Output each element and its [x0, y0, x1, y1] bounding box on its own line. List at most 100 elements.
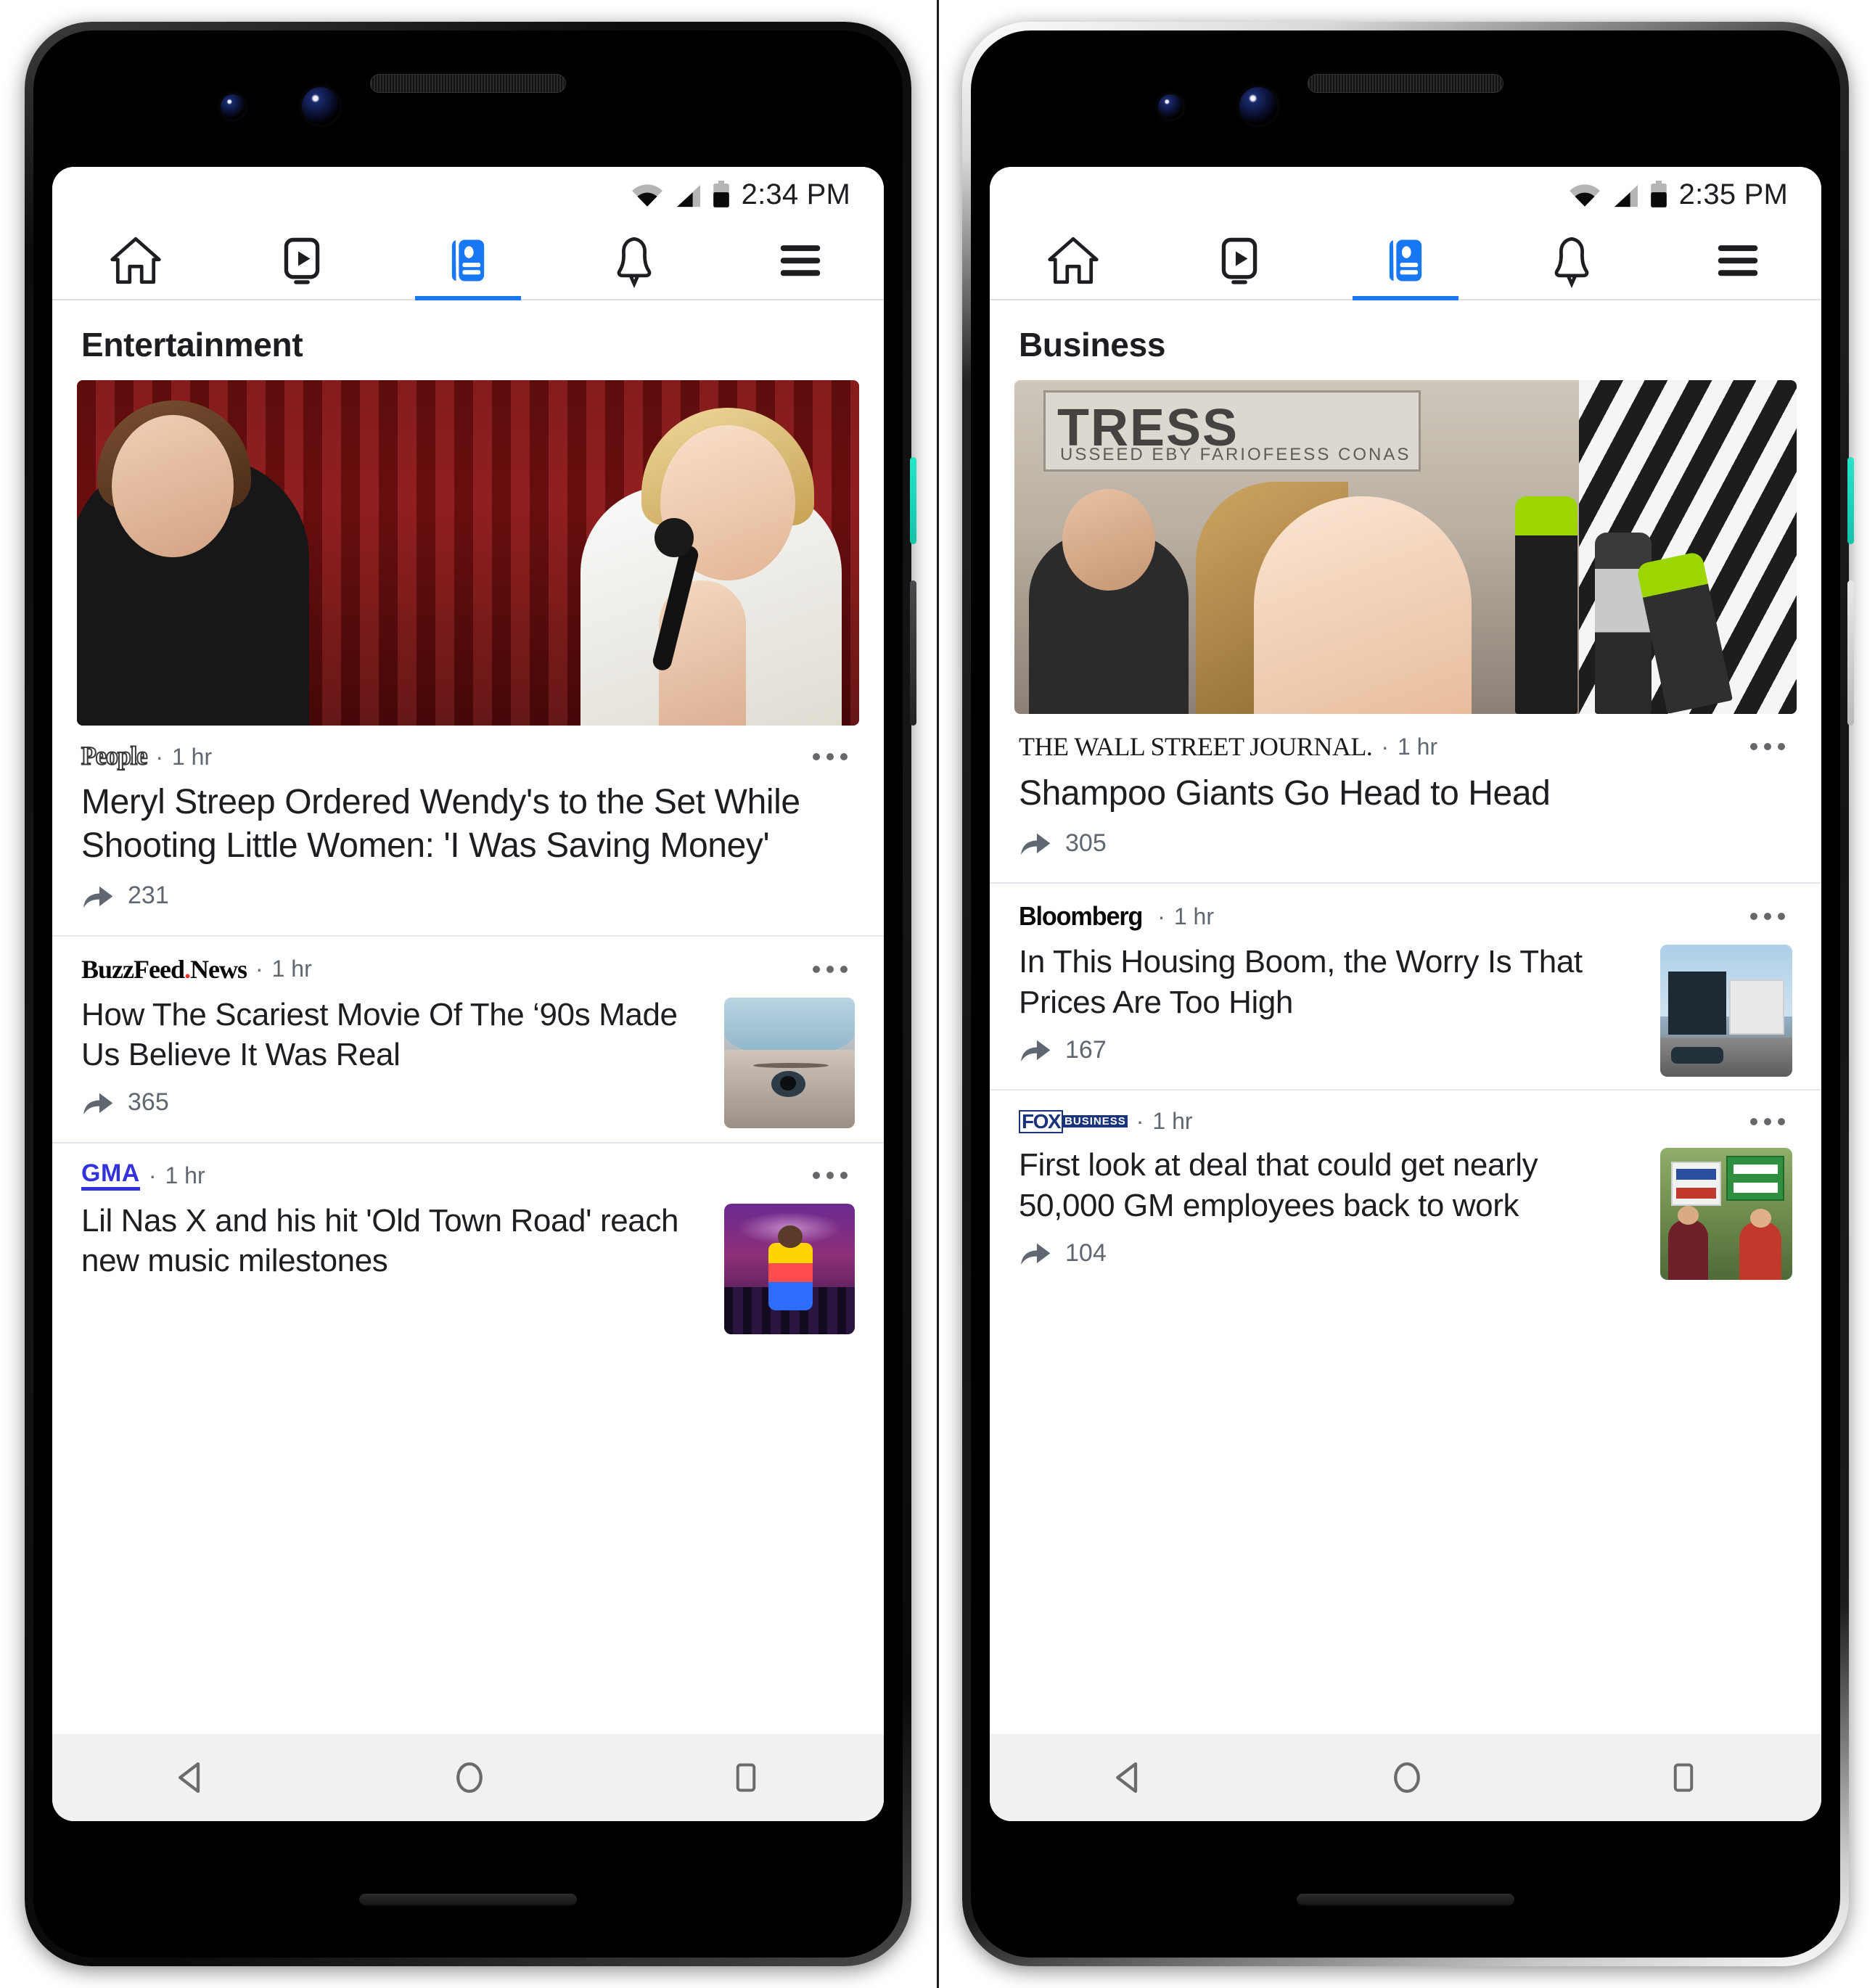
source-logo-bloomberg[interactable]: Bloomberg: [1019, 901, 1143, 932]
article-share-row[interactable]: 305: [990, 816, 1821, 876]
article-headline[interactable]: Meryl Streep Ordered Wendy's to the Set …: [52, 771, 884, 868]
source-logo-gma[interactable]: GMA: [81, 1161, 140, 1191]
home-icon: [110, 237, 161, 284]
square-recents-icon[interactable]: [1665, 1759, 1702, 1796]
article-thumbnail[interactable]: [1660, 1148, 1792, 1281]
article-hero-image[interactable]: TRESS USSEED EBY FARIOFEESS CONAS: [1014, 380, 1797, 714]
cell-signal-icon: [676, 184, 700, 208]
article-card[interactable]: FOX BUSINESS · 1 hr First look at deal t…: [990, 1090, 1821, 1286]
article-headline[interactable]: Lil Nas X and his hit 'Old Town Road' re…: [52, 1191, 711, 1281]
bottom-speaker-icon: [1297, 1894, 1514, 1905]
screenshot-stage: 2:34 PM Entertainment People · 1 hr Mery…: [0, 0, 1875, 1988]
source-logo-people[interactable]: People: [81, 742, 148, 771]
more-options-icon[interactable]: [805, 958, 855, 980]
article-share-row[interactable]: 365: [52, 1075, 711, 1136]
source-logo-wsj[interactable]: THE WALL STREET JOURNAL.: [1019, 731, 1373, 762]
source-logo-buzzfeed[interactable]: BuzzFeed. News: [81, 954, 247, 985]
article-headline[interactable]: How The Scariest Movie Of The ‘90s Made …: [52, 985, 711, 1075]
panel-divider: [937, 0, 939, 1988]
square-recents-icon[interactable]: [728, 1759, 764, 1796]
video-icon: [284, 237, 320, 284]
article-body[interactable]: First look at deal that could get nearly…: [990, 1135, 1821, 1286]
nav-tab-notifications[interactable]: [1489, 222, 1655, 299]
more-options-icon[interactable]: [805, 1165, 855, 1186]
article-card[interactable]: Bloomberg · 1 hr In This Housing Boom, t…: [990, 884, 1821, 1091]
nav-tab-notifications[interactable]: [551, 222, 718, 299]
entertainment-photo: [77, 380, 859, 726]
nav-tab-home[interactable]: [990, 222, 1156, 299]
article-share-row[interactable]: 231: [52, 868, 884, 929]
top-nav-bar-left: [52, 222, 884, 300]
circle-home-icon[interactable]: [450, 1758, 489, 1797]
article-headline[interactable]: In This Housing Boom, the Worry Is That …: [990, 932, 1647, 1022]
lilnasx-photo: [724, 1203, 855, 1334]
house-photo: [1660, 945, 1792, 1077]
article-share-row[interactable]: 167: [990, 1022, 1647, 1083]
bell-icon: [617, 237, 652, 288]
nav-tab-news[interactable]: [1322, 222, 1488, 300]
article-card[interactable]: People · 1 hr Meryl Streep Ordered Wendy…: [52, 380, 884, 937]
article-share-row[interactable]: 104: [990, 1225, 1647, 1286]
triangle-back-icon[interactable]: [172, 1758, 211, 1797]
news-icon: [451, 239, 485, 282]
nav-tab-menu[interactable]: [718, 222, 884, 299]
front-camera-icon: [1158, 94, 1183, 119]
source-logo-fox-business[interactable]: FOX BUSINESS: [1019, 1109, 1128, 1133]
article-headline[interactable]: Shampoo Giants Go Head to Head: [990, 762, 1821, 816]
news-feed-right[interactable]: TRESS USSEED EBY FARIOFEESS CONAS THE WAL…: [990, 380, 1821, 1734]
more-options-icon[interactable]: [1743, 1111, 1792, 1133]
battery-icon: [1650, 181, 1667, 208]
circle-home-icon[interactable]: [1387, 1758, 1427, 1797]
article-body[interactable]: In This Housing Boom, the Worry Is That …: [990, 932, 1821, 1083]
meta-separator: ·: [155, 743, 163, 770]
nav-tab-watch[interactable]: [1156, 222, 1322, 299]
wifi-icon: [631, 184, 662, 207]
status-icons-right: [1569, 181, 1667, 208]
video-icon: [1221, 237, 1257, 284]
article-body[interactable]: How The Scariest Movie Of The ‘90s Made …: [52, 985, 884, 1136]
article-age: 1 hr: [165, 1162, 205, 1188]
nav-tab-home[interactable]: [52, 222, 218, 299]
status-time: 2:34 PM: [741, 178, 850, 210]
article-thumbnail[interactable]: [724, 997, 855, 1128]
power-button-right[interactable]: [1847, 457, 1854, 544]
android-system-nav-left: [52, 1734, 884, 1821]
nav-tab-watch[interactable]: [218, 222, 385, 299]
more-options-icon[interactable]: [1743, 736, 1792, 757]
top-nav-bar-right: [990, 222, 1821, 300]
meta-separator: ·: [255, 956, 263, 982]
article-card[interactable]: TRESS USSEED EBY FARIOFEESS CONAS THE WAL…: [990, 380, 1821, 884]
wifi-icon: [1569, 184, 1600, 207]
volume-button-left[interactable]: [910, 580, 916, 726]
more-options-icon[interactable]: [805, 746, 855, 768]
article-hero-image[interactable]: [77, 380, 859, 726]
volume-button-right[interactable]: [1847, 580, 1854, 726]
active-tab-indicator: [1352, 296, 1459, 300]
bell-icon: [1554, 237, 1589, 288]
article-body[interactable]: Lil Nas X and his hit 'Old Town Road' re…: [52, 1191, 884, 1334]
article-headline[interactable]: First look at deal that could get nearly…: [990, 1135, 1647, 1225]
article-thumbnail[interactable]: [1660, 945, 1792, 1077]
meta-separator: ·: [1136, 1108, 1144, 1135]
screen-right: 2:35 PM Business TRESS USSEED EBY FARIOF…: [990, 167, 1821, 1821]
power-button-left[interactable]: [910, 457, 916, 544]
section-title: Entertainment: [81, 326, 303, 363]
news-icon: [1389, 239, 1422, 282]
phone-right: 2:35 PM Business TRESS USSEED EBY FARIOF…: [962, 22, 1854, 1966]
screen-left: 2:34 PM Entertainment People · 1 hr Mery…: [52, 167, 884, 1821]
nav-tab-news[interactable]: [385, 222, 551, 300]
article-meta: BuzzFeed. News · 1 hr: [52, 937, 884, 985]
article-meta: People · 1 hr: [52, 726, 884, 771]
android-system-nav-right: [990, 1734, 1821, 1821]
article-card[interactable]: GMA · 1 hr Lil Nas X and his hit 'Old To…: [52, 1143, 884, 1334]
news-feed-left[interactable]: People · 1 hr Meryl Streep Ordered Wendy…: [52, 380, 884, 1734]
article-age: 1 hr: [171, 743, 213, 770]
front-camera-secondary-icon: [1239, 87, 1277, 125]
article-card[interactable]: BuzzFeed. News · 1 hr How The Scariest Mo…: [52, 937, 884, 1143]
article-age: 1 hr: [271, 956, 312, 982]
nav-tab-menu[interactable]: [1655, 222, 1821, 299]
article-thumbnail[interactable]: [724, 1203, 855, 1334]
triangle-back-icon[interactable]: [1109, 1758, 1149, 1797]
more-options-icon[interactable]: [1743, 905, 1792, 927]
status-bar-left: 2:34 PM: [52, 167, 884, 222]
